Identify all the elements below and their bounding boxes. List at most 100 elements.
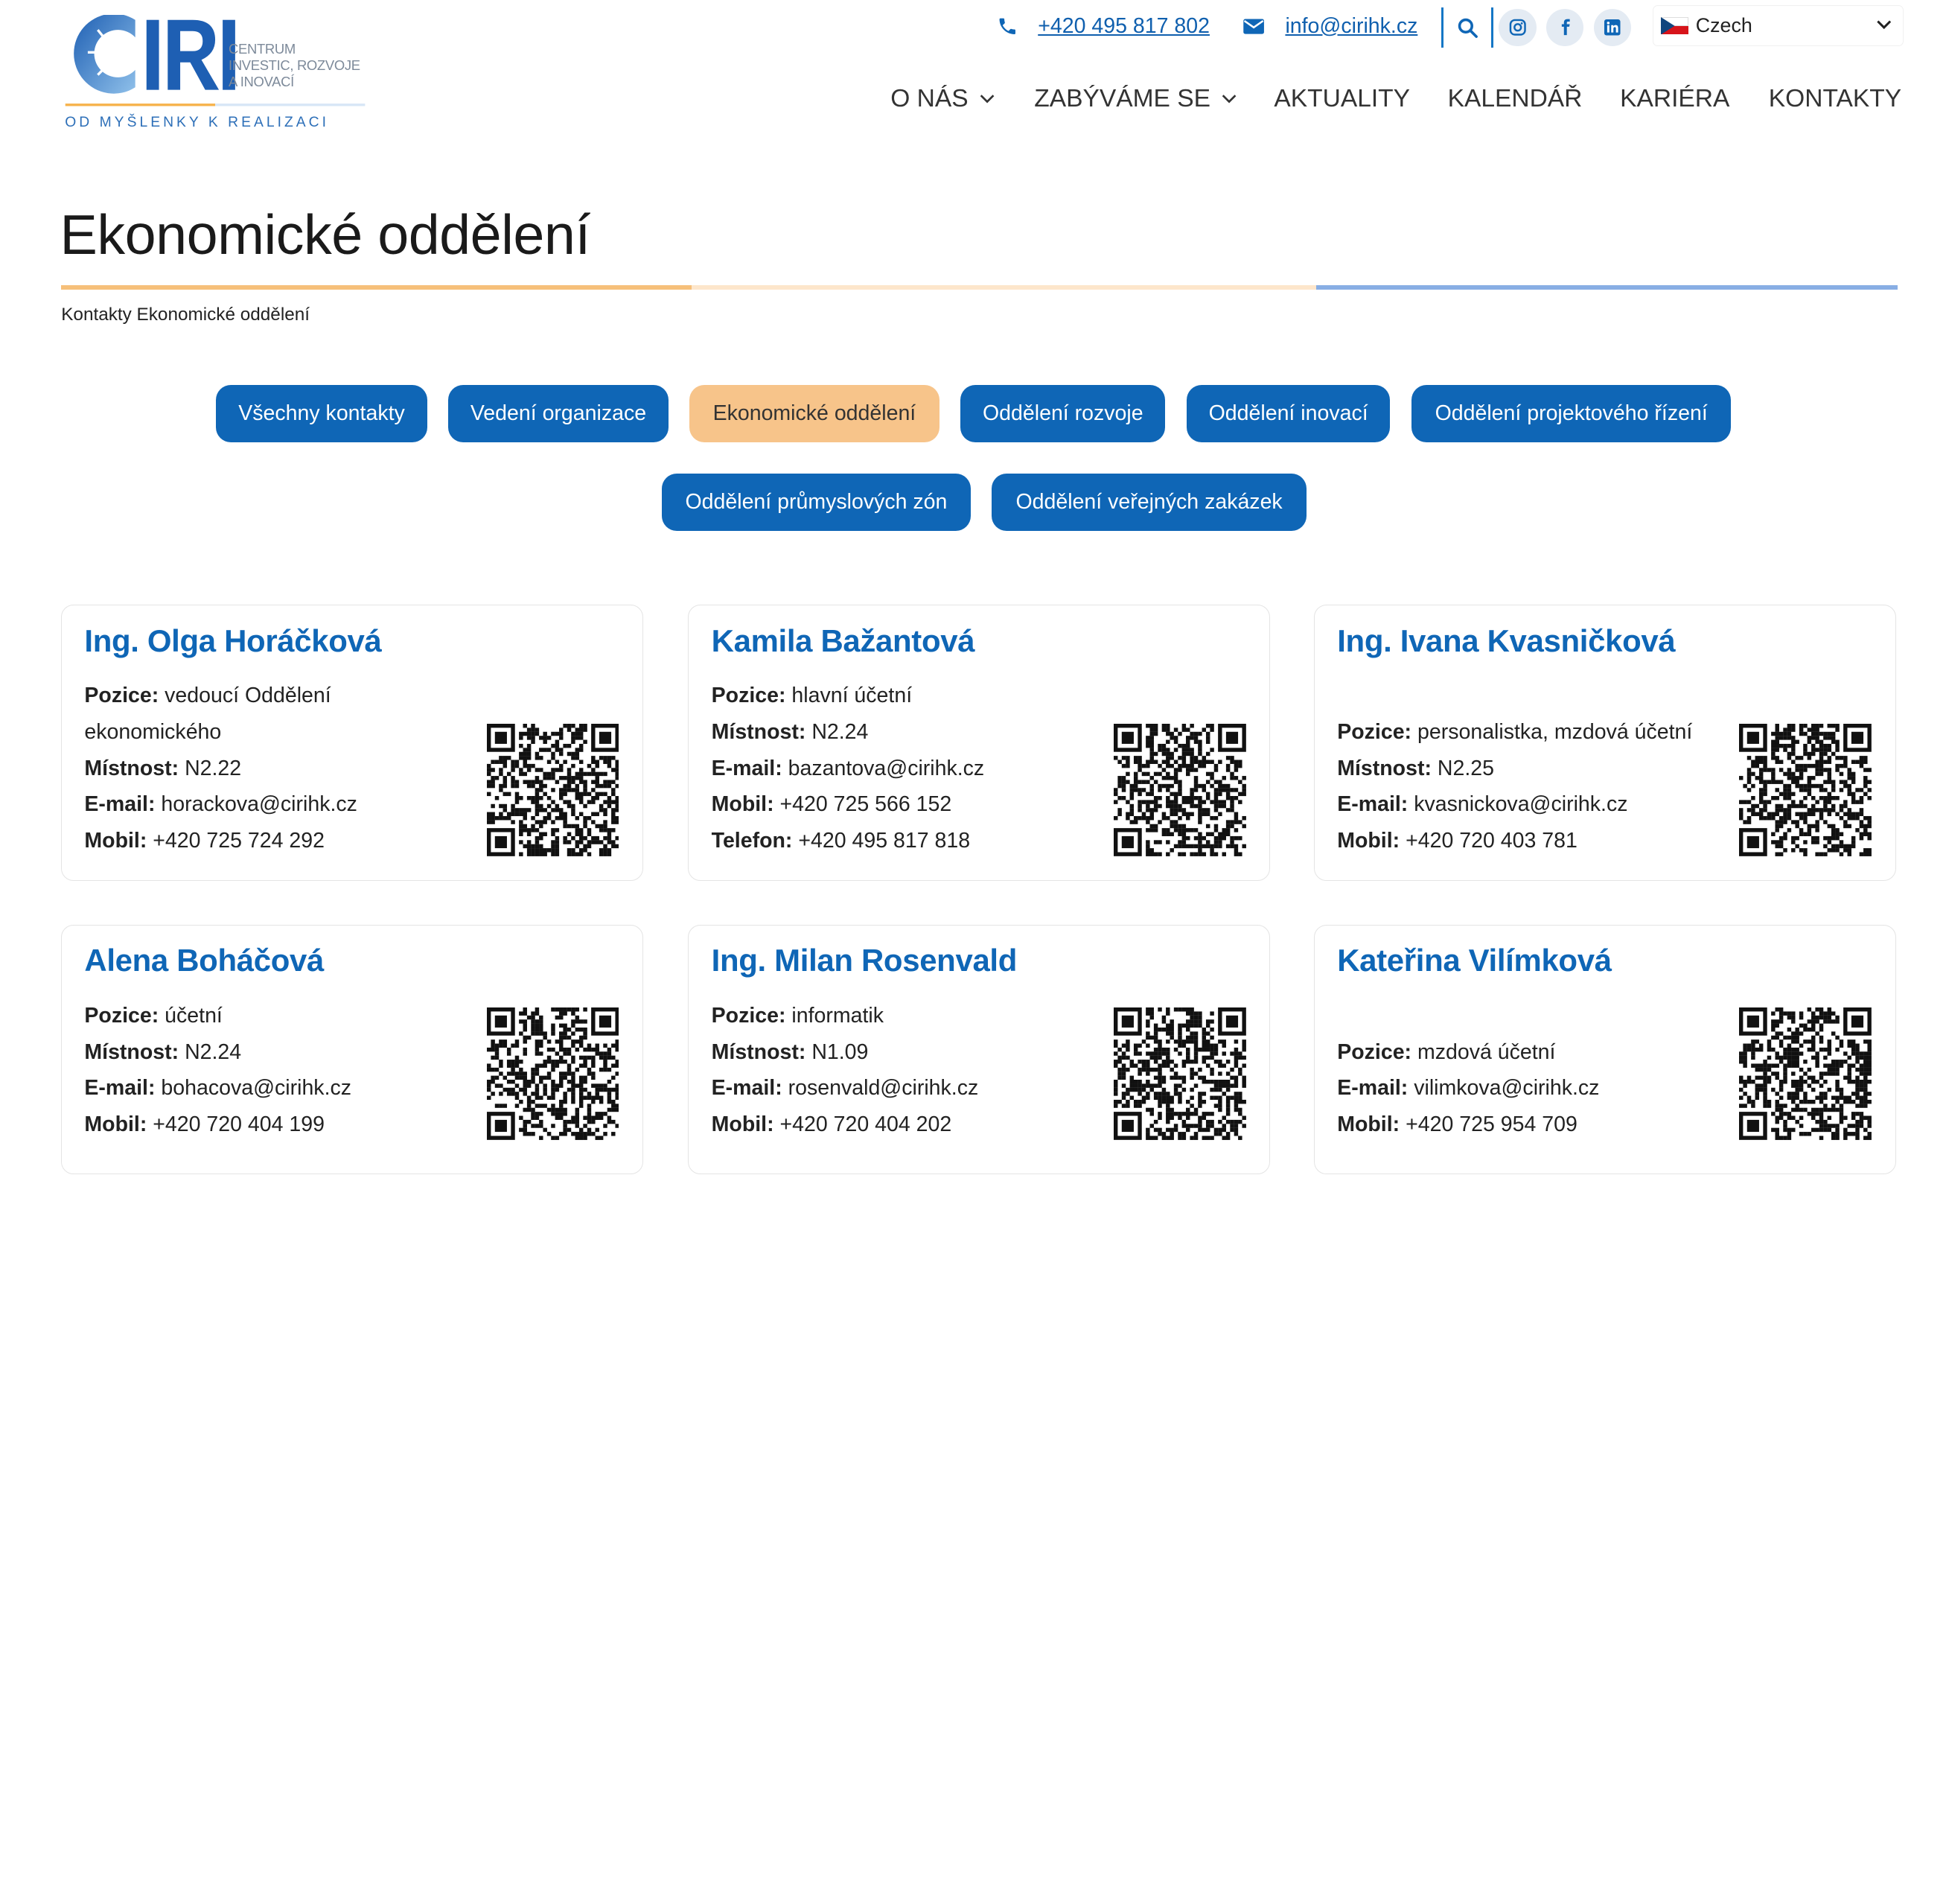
pozice-label: Pozice: [1337, 720, 1412, 744]
logo-sub-line: A INOVACÍ [229, 73, 294, 89]
contact-position: informatik [791, 1003, 884, 1028]
mobil-label: Mobil: [711, 1112, 774, 1136]
nav-item-kariera[interactable]: KARIÉRA [1620, 83, 1729, 115]
search-icon [1458, 18, 1478, 38]
nav-item-label: ZABÝVÁME SE [1034, 84, 1210, 112]
filter-oddeleni-projektoveho-rizeni[interactable]: Oddělení projektového řízení [1411, 384, 1732, 442]
facebook-icon [1561, 19, 1570, 36]
contact-position-cont: ekonomického [84, 720, 222, 744]
instagram-icon [1509, 19, 1526, 36]
contact-room: N2.25 [1437, 756, 1494, 780]
contact-email[interactable]: bohacova@cirihk.cz [161, 1076, 351, 1100]
nav-item-label: KONTAKTY [1768, 84, 1902, 112]
page-title: Ekonomické oddělení [60, 203, 591, 266]
facebook-button[interactable] [1546, 8, 1584, 47]
telefon-label: Telefon: [711, 828, 793, 853]
nav-item-label: KALENDÁŘ [1447, 84, 1583, 112]
mistnost-label: Místnost: [1337, 756, 1432, 780]
contact-email[interactable]: bazantova@cirihk.cz [788, 757, 985, 780]
contact-card: Kamila Bažantová Pozice: hlavní účetní M… [688, 605, 1271, 881]
contact-name: Ing. Olga Horáčková [84, 623, 382, 658]
contact-email[interactable]: kvasnickova@cirihk.cz [1414, 792, 1627, 816]
contact-mobile[interactable]: +420 725 724 292 [153, 829, 325, 853]
contact-card: Kateřina Vilímková Pozice: mzdová účetní… [1314, 924, 1896, 1175]
mobil-label: Mobil: [84, 828, 147, 853]
contact-email[interactable]: horackova@cirihk.cz [161, 792, 357, 816]
envelope-icon [1243, 19, 1265, 34]
linkedin-icon [1604, 19, 1621, 36]
filter-oddeleni-prumyslovych-zon[interactable]: Oddělení průmyslových zón [662, 473, 971, 532]
contact-name: Kateřina Vilímková [1337, 943, 1612, 978]
qr-code [1739, 1007, 1872, 1141]
filter-oddeleni-verejnych-zakazek[interactable]: Oddělení veřejných zakázek [992, 473, 1307, 532]
pozice-label: Pozice: [1337, 1039, 1412, 1064]
filter-oddeleni-rozvoje[interactable]: Oddělení rozvoje [960, 384, 1166, 442]
contact-card: Ing. Ivana Kvasničková Pozice: personali… [1314, 605, 1896, 881]
breadcrumb[interactable]: Kontakty Ekonomické oddělení [61, 305, 310, 325]
contact-details: Pozice: vedoucí Oddělení ekonomického Mí… [84, 678, 357, 859]
email-label: E-mail: [1337, 792, 1409, 817]
phone-link[interactable]: +420 495 817 802 [1038, 14, 1210, 39]
mobil-label: Mobil: [1337, 1112, 1400, 1136]
nav-item-zabyvame-se[interactable]: ZABÝVÁME SE [1034, 83, 1237, 115]
mobil-label: Mobil: [1337, 828, 1400, 853]
contact-mobile[interactable]: +420 720 403 781 [1406, 829, 1577, 853]
email-link[interactable]: info@cirihk.cz [1285, 14, 1417, 39]
contact-details: Pozice: informatik Místnost: N1.09 E-mai… [712, 998, 979, 1143]
contact-name: Kamila Bažantová [711, 623, 975, 658]
contact-room: N2.22 [185, 756, 242, 780]
language-select[interactable]: Czech [1652, 4, 1904, 47]
filter-vsechny-kontakty[interactable]: Všechny kontakty [216, 384, 427, 442]
contact-mobile[interactable]: +420 720 404 199 [153, 1112, 325, 1136]
contact-mobile[interactable]: +420 720 404 202 [780, 1112, 952, 1136]
pozice-label: Pozice: [84, 1003, 159, 1028]
contact-email[interactable]: vilimkova@cirihk.cz [1414, 1076, 1599, 1100]
nav-item-kalendar[interactable]: KALENDÁŘ [1448, 83, 1583, 115]
qr-code [486, 1007, 619, 1141]
instagram-button[interactable] [1499, 8, 1537, 47]
email-label: E-mail: [84, 792, 156, 817]
mistnost-label: Místnost: [84, 1039, 179, 1064]
nav-item-aktuality[interactable]: AKTUALITY [1274, 83, 1410, 115]
contact-position: personalistka, mzdová účetní [1417, 720, 1693, 744]
filter-vedeni-organizace[interactable]: Vedení organizace [448, 384, 669, 442]
nav-item-label: O NÁS [890, 84, 969, 112]
contact-details: Pozice: mzdová účetní E-mail: vilimkova@… [1337, 1034, 1599, 1143]
title-accent-line [61, 284, 1898, 290]
pozice-label: Pozice: [711, 684, 786, 708]
mobil-label: Mobil: [84, 1112, 147, 1136]
contact-name: Alena Boháčová [84, 943, 324, 978]
contact-position: účetní [165, 1003, 223, 1028]
contact-mobile[interactable]: +420 725 566 152 [780, 792, 952, 816]
contact-details: Pozice: účetní Místnost: N2.24 E-mail: b… [84, 998, 351, 1143]
qr-code [1113, 1007, 1246, 1141]
search-button[interactable] [1441, 7, 1493, 48]
nav-item-kontakty[interactable]: KONTAKTY [1769, 83, 1901, 115]
qr-code [1739, 724, 1872, 857]
contact-email[interactable]: rosenvald@cirihk.cz [788, 1076, 979, 1100]
header-phone: +420 495 817 802 [997, 5, 1210, 48]
contact-card: Ing. Olga Horáčková Pozice: vedoucí Oddě… [61, 605, 644, 881]
contact-mobile[interactable]: +420 725 954 709 [1406, 1112, 1577, 1136]
email-label: E-mail: [1337, 1076, 1409, 1101]
email-label: E-mail: [84, 1076, 156, 1101]
contact-card: Ing. Milan Rosenvald Pozice: informatik … [688, 924, 1271, 1175]
header-email: info@cirihk.cz [1242, 5, 1417, 48]
contact-phone[interactable]: +420 495 817 818 [798, 829, 970, 853]
contact-card: Alena Boháčová Pozice: účetní Místnost: … [61, 924, 644, 1175]
contact-details: Pozice: personalistka, mzdová účetní Mís… [1337, 714, 1692, 859]
contact-room: N2.24 [811, 720, 869, 744]
logo-sub-line: CENTRUM [229, 41, 296, 57]
logo-tagline: OD MYŠLENKY K REALIZACI [65, 115, 330, 131]
contact-position: mzdová účetní [1417, 1039, 1556, 1064]
contact-name: Ing. Ivana Kvasničková [1337, 623, 1676, 658]
email-label: E-mail: [711, 1076, 782, 1101]
nav-item-label: KARIÉRA [1620, 84, 1730, 112]
contact-position: hlavní účetní [791, 684, 913, 708]
filter-ekonomicke-oddeleni[interactable]: Ekonomické oddělení [689, 384, 939, 442]
contact-name: Ing. Milan Rosenvald [711, 943, 1018, 978]
nav-item-o-nas[interactable]: O NÁS [890, 83, 995, 115]
qr-code [1113, 724, 1246, 857]
linkedin-button[interactable] [1593, 8, 1632, 47]
filter-oddeleni-inovaci[interactable]: Oddělení inovací [1186, 384, 1391, 442]
